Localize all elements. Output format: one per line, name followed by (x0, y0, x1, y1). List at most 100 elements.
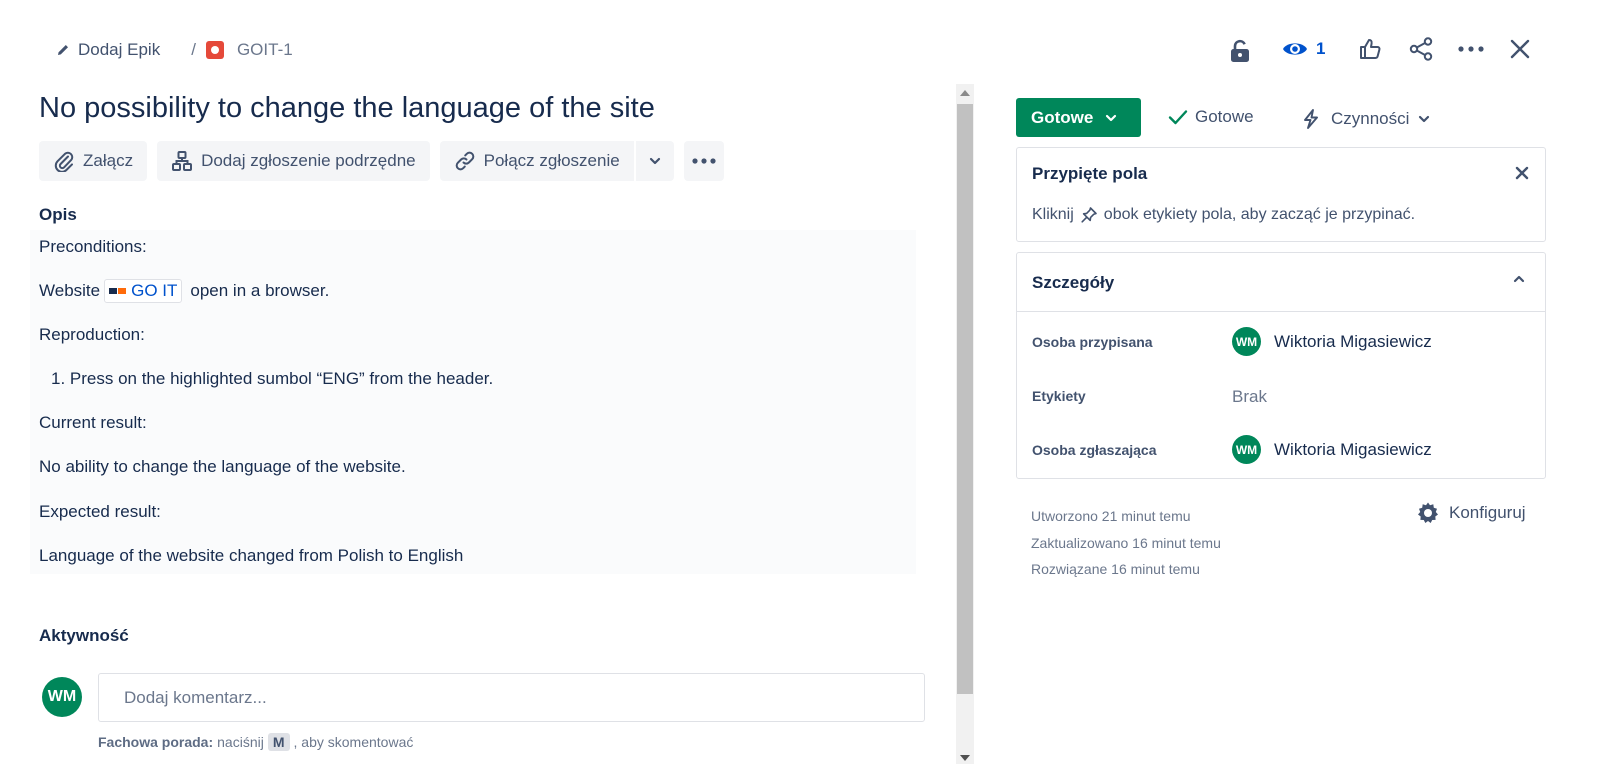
comment-input[interactable] (98, 673, 925, 722)
pinned-fields-title: Przypięte pola (1032, 164, 1148, 183)
labels-label: Etykiety (1032, 388, 1086, 404)
add-child-issue-button[interactable]: Dodaj zgłoszenie podrzędne (157, 141, 430, 181)
link-issue-group: Połącz zgłoszenie (439, 141, 674, 181)
watch-count: 1 (1316, 39, 1326, 58)
close-button[interactable] (1509, 31, 1531, 67)
watch-button[interactable]: 1 (1282, 31, 1325, 67)
assignee-name: Wiktoria Migasiewicz (1274, 331, 1432, 351)
tip-bold: Fachowa porada: (98, 734, 214, 750)
status-label: Gotowe (1031, 107, 1094, 127)
details-panel: Szczegóły Osoba przypisana WM Wiktoria M… (1016, 252, 1546, 479)
scroll-down-icon[interactable] (960, 755, 970, 761)
attach-label: Załącz (83, 151, 134, 170)
chevron-down-icon (649, 157, 661, 165)
issue-toolbar: Załącz Dodaj zgłoszenie podrzędne Połącz… (39, 141, 724, 181)
issue-dates: Utworzono 21 minut temu Zaktualizowano 1… (1031, 503, 1221, 583)
lightning-icon (1300, 108, 1322, 130)
preconditions-text: Preconditions: (39, 237, 147, 256)
pinned-fields-panel: Przypięte pola Kliknij obok etykiety pol… (1016, 147, 1546, 242)
reproduction-step-1: 1. Press on the highlighted sumbol “ENG”… (51, 369, 494, 388)
avatar: WM (42, 677, 82, 717)
close-icon[interactable] (1515, 166, 1529, 180)
share-button[interactable] (1409, 31, 1435, 67)
scroll-up-icon[interactable] (960, 90, 970, 96)
issue-title[interactable]: No possibility to change the language of… (39, 92, 655, 125)
actions-button[interactable]: Czynności (1300, 103, 1430, 135)
pin-icon (1080, 206, 1098, 224)
gear-icon (1416, 501, 1440, 525)
scrollbar[interactable] (956, 84, 974, 764)
paperclip-icon (53, 150, 75, 172)
thumbs-up-icon (1358, 37, 1382, 61)
reporter-label: Osoba zgłaszająca (1032, 442, 1157, 458)
resolved-date: Rozwiązane 16 minut temu (1031, 561, 1200, 577)
tip-key: M (267, 733, 290, 751)
configure-label: Konfiguruj (1449, 503, 1526, 522)
expected-result-heading: Expected result: (39, 502, 161, 521)
current-result-text: No ability to change the language of the… (39, 457, 406, 476)
scroll-thumb[interactable] (957, 104, 973, 694)
bug-icon (205, 41, 224, 59)
link-issue-label: Połącz zgłoszenie (483, 151, 620, 170)
check-icon (1168, 109, 1188, 125)
comment-tip: Fachowa porada: naciśnij M , aby skoment… (98, 733, 413, 751)
description-heading: Opis (39, 205, 77, 224)
close-icon (1509, 38, 1531, 60)
more-actions-button[interactable] (1458, 31, 1484, 67)
reporter-value[interactable]: WM Wiktoria Migasiewicz (1232, 435, 1432, 464)
chevron-down-icon (1418, 115, 1430, 123)
expected-result-text: Language of the website changed from Pol… (39, 546, 464, 565)
hierarchy-icon (171, 150, 193, 172)
website-suffix: open in a browser. (190, 281, 330, 300)
go-it-link-text: GO IT (131, 281, 178, 300)
link-issue-button[interactable]: Połącz zgłoszenie (439, 141, 634, 181)
go-it-favicon-icon (109, 286, 127, 296)
avatar: WM (1232, 435, 1261, 464)
link-issue-dropdown[interactable] (633, 141, 674, 181)
more-icon (692, 158, 716, 164)
pencil-icon (56, 43, 70, 57)
resolution-status: Gotowe (1168, 107, 1254, 127)
eye-icon (1282, 40, 1308, 58)
add-child-issue-label: Dodaj zgłoszenie podrzędne (201, 151, 416, 170)
attach-button[interactable]: Załącz (39, 141, 148, 181)
tip-post: , aby skomentować (293, 734, 414, 750)
pinned-fields-hint: Kliknij obok etykiety pola, aby zacząć j… (1032, 206, 1415, 224)
configure-button[interactable]: Konfiguruj (1416, 501, 1526, 525)
breadcrumb-separator: / (191, 40, 196, 59)
details-header[interactable]: Szczegóły (1017, 253, 1545, 312)
avatar: WM (1232, 327, 1261, 356)
assignee-value[interactable]: WM Wiktoria Migasiewicz (1232, 327, 1432, 356)
add-epic-link[interactable]: Dodaj Epik (56, 40, 160, 60)
chevron-up-icon[interactable] (1513, 275, 1525, 283)
updated-date: Zaktualizowano 16 minut temu (1031, 534, 1221, 551)
website-prefix: Website (39, 281, 101, 300)
go-it-smart-link[interactable]: GO IT (104, 279, 183, 303)
issue-key-link[interactable]: GOIT-1 (205, 40, 293, 60)
breadcrumb: Dodaj Epik / GOIT-1 (56, 36, 293, 64)
tip-pre: naciśnij (217, 734, 264, 750)
labels-value[interactable]: Brak (1232, 387, 1267, 407)
more-icon (1458, 46, 1484, 52)
lock-icon (1230, 39, 1250, 63)
share-icon (1409, 37, 1435, 61)
description-editor[interactable]: Preconditions: Website GO IT open in a b… (30, 230, 916, 574)
link-icon (454, 150, 476, 172)
add-epic-label: Dodaj Epik (78, 40, 161, 59)
status-button[interactable]: Gotowe (1016, 98, 1141, 137)
like-button[interactable] (1358, 31, 1382, 67)
created-date: Utworzono 21 minut temu (1031, 508, 1191, 524)
lock-button[interactable] (1227, 33, 1253, 69)
toolbar-more-button[interactable] (683, 141, 724, 181)
chevron-down-icon (1105, 114, 1117, 122)
actions-label: Czynności (1331, 109, 1410, 128)
reporter-name: Wiktoria Migasiewicz (1274, 439, 1432, 459)
details-title: Szczegóły (1032, 273, 1115, 292)
resolution-label: Gotowe (1195, 107, 1254, 126)
issue-key: GOIT-1 (236, 40, 293, 59)
pinned-hint-pre: Kliknij (1032, 206, 1074, 223)
reproduction-text: Reproduction: (39, 325, 145, 344)
pinned-hint-post: obok etykiety pola, aby zacząć je przypi… (1103, 206, 1416, 223)
current-result-heading: Current result: (39, 413, 147, 432)
activity-heading: Aktywność (39, 626, 129, 645)
